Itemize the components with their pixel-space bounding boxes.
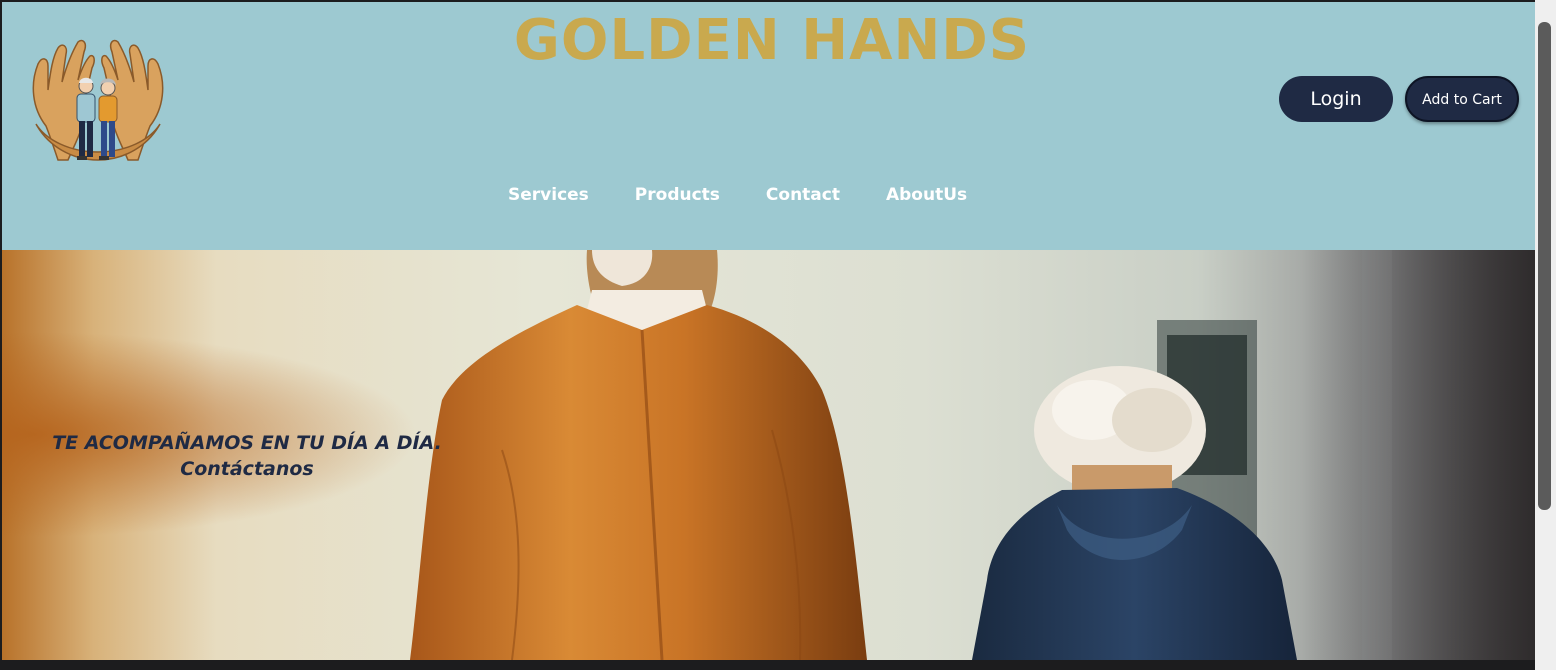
- scrollbar-thumb[interactable]: [1538, 22, 1551, 510]
- logo-icon[interactable]: [28, 28, 168, 168]
- add-to-cart-button[interactable]: Add to Cart: [1405, 76, 1519, 122]
- hero-headline: TE ACOMPAÑAMOS EN TU DÍA A DÍA.: [52, 432, 442, 454]
- hero-banner: TE ACOMPAÑAMOS EN TU DÍA A DÍA. Contácta…: [2, 250, 1535, 660]
- contact-cta-link[interactable]: Contáctanos: [22, 456, 472, 482]
- browser-viewport: GOLDEN HANDS Login Add to Cart Services …: [2, 2, 1535, 660]
- site-header: GOLDEN HANDS Login Add to Cart Services …: [2, 2, 1535, 250]
- nav-item-aboutus[interactable]: AboutUs: [880, 180, 973, 210]
- vertical-scrollbar[interactable]: [1535, 0, 1556, 670]
- nav-item-services[interactable]: Services: [502, 180, 595, 210]
- window-bottom-edge: [0, 660, 1535, 670]
- brand-title: GOLDEN HANDS: [513, 8, 1031, 73]
- hero-tagline: TE ACOMPAÑAMOS EN TU DÍA A DÍA. Contácta…: [22, 430, 472, 482]
- login-button[interactable]: Login: [1279, 76, 1393, 122]
- nav-item-contact[interactable]: Contact: [760, 180, 846, 210]
- main-nav: Services Products Contact AboutUs: [502, 180, 973, 210]
- nav-item-products[interactable]: Products: [629, 180, 726, 210]
